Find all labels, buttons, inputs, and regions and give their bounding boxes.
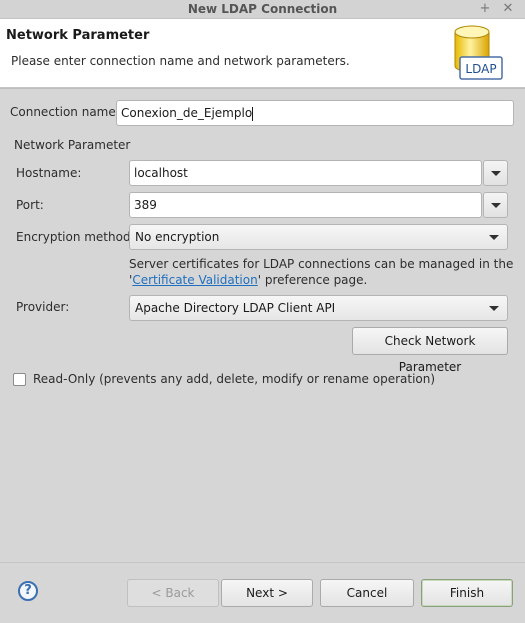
- banner-message: Please enter connection name and network…: [11, 54, 350, 68]
- cancel-button[interactable]: Cancel: [320, 579, 414, 607]
- hostname-label: Hostname:: [16, 166, 82, 180]
- wizard-banner: Network Parameter Please enter connectio…: [0, 19, 525, 88]
- chevron-down-icon: [489, 306, 499, 311]
- window-title: New LDAP Connection: [187, 2, 338, 16]
- encryption-method-select[interactable]: No encryption: [129, 224, 508, 250]
- network-parameter-group-title: Network Parameter: [14, 138, 131, 152]
- finish-button[interactable]: Finish: [421, 579, 513, 607]
- ldap-logo-text: LDAP: [465, 62, 496, 76]
- maximize-button[interactable]: +: [477, 1, 493, 17]
- close-button[interactable]: ✕: [500, 1, 516, 17]
- certificate-note-suffix: ' preference page.: [257, 273, 368, 287]
- back-button[interactable]: < Back: [127, 579, 219, 607]
- encryption-method-label: Encryption method:: [16, 230, 135, 244]
- port-value: 389: [134, 198, 157, 212]
- help-icon[interactable]: ?: [18, 581, 38, 601]
- encryption-method-value: No encryption: [135, 230, 220, 244]
- text-cursor: [252, 106, 254, 121]
- chevron-down-icon: [491, 171, 501, 176]
- read-only-label: Read-Only (prevents any add, delete, mod…: [33, 372, 436, 386]
- certificate-note-line2: 'Certificate Validation' preference page…: [129, 273, 367, 287]
- provider-value: Apache Directory LDAP Client API: [135, 301, 336, 315]
- hostname-history-button[interactable]: [483, 160, 508, 186]
- next-button[interactable]: Next >: [221, 579, 313, 607]
- port-input[interactable]: 389: [129, 192, 482, 218]
- connection-name-label: Connection name:: [10, 105, 120, 119]
- provider-label: Provider:: [16, 300, 70, 314]
- banner-title: Network Parameter: [6, 28, 150, 43]
- port-label: Port:: [16, 198, 44, 212]
- banner-divider: [0, 88, 525, 89]
- chevron-down-icon: [491, 203, 501, 208]
- connection-name-value: Conexion_de_Ejemplo: [121, 106, 253, 120]
- read-only-checkbox[interactable]: [13, 373, 26, 386]
- window-titlebar: New LDAP Connection + ✕: [0, 0, 525, 19]
- connection-name-input[interactable]: Conexion_de_Ejemplo: [116, 100, 514, 126]
- provider-select[interactable]: Apache Directory LDAP Client API: [129, 295, 508, 321]
- check-network-parameter-button[interactable]: Check Network Parameter: [352, 327, 508, 374]
- certificate-validation-link[interactable]: Certificate Validation: [132, 273, 257, 287]
- hostname-value: localhost: [134, 166, 188, 180]
- certificate-note-line1: Server certificates for LDAP connections…: [129, 257, 514, 271]
- hostname-input[interactable]: localhost: [129, 160, 482, 186]
- footer-divider: [0, 562, 525, 563]
- chevron-down-icon: [489, 235, 499, 240]
- port-history-button[interactable]: [483, 192, 508, 218]
- ldap-database-icon: LDAP: [454, 25, 503, 80]
